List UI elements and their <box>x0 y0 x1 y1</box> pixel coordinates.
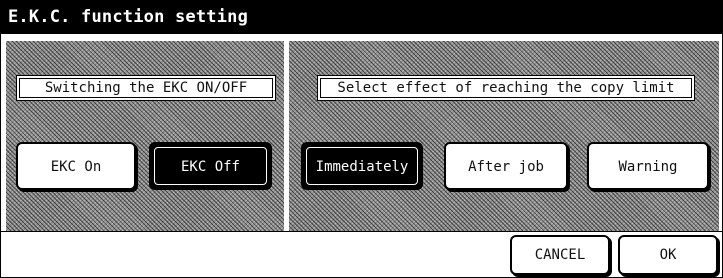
ekc-settings-screen: E.K.C. function setting Switching the EK… <box>0 0 723 278</box>
ekc-off-button[interactable]: EKC Off <box>149 142 272 190</box>
after-job-button[interactable]: After job <box>444 142 568 190</box>
footer-bar: CANCEL OK <box>1 231 722 277</box>
ekc-section-panel <box>6 41 284 231</box>
warning-button[interactable]: Warning <box>587 142 709 190</box>
limit-section-panel <box>289 41 719 231</box>
ok-button[interactable]: OK <box>618 235 718 275</box>
cancel-button[interactable]: CANCEL <box>510 235 610 275</box>
ekc-on-button[interactable]: EKC On <box>16 142 136 190</box>
immediately-button[interactable]: Immediately <box>301 142 423 190</box>
limit-section-label: Select effect of reaching the copy limit <box>317 75 695 101</box>
ekc-section-label: Switching the EKC ON/OFF <box>16 75 276 101</box>
window-title: E.K.C. function setting <box>1 1 722 34</box>
